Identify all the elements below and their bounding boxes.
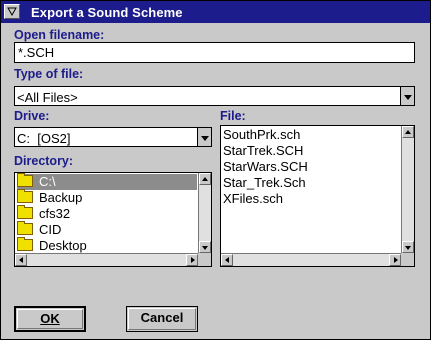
folder-icon [17, 205, 33, 219]
directory-label: Directory: [14, 154, 74, 168]
open-filename-value: *.SCH [18, 45, 55, 60]
scrollbar-corner [401, 253, 414, 266]
cancel-button-label: Cancel [140, 310, 184, 325]
drive-select[interactable]: C: [OS2] [14, 127, 212, 147]
dropdown-arrow-icon[interactable] [400, 87, 414, 105]
scroll-left-arrow-icon[interactable] [221, 254, 233, 266]
title-bar[interactable]: Export a Sound Scheme [1, 1, 430, 23]
directory-list[interactable]: C:\ Backup cfs32 CID Desktop [14, 172, 212, 267]
file-item[interactable]: StarTrek.SCH [223, 143, 303, 159]
ok-button[interactable]: OK [14, 306, 86, 332]
file-horizontal-scrollbar[interactable] [221, 253, 401, 266]
dropdown-arrow-icon[interactable] [197, 128, 211, 146]
directory-item[interactable]: Desktop [17, 237, 87, 254]
scroll-up-arrow-icon[interactable] [402, 126, 414, 138]
drive-value: C: [OS2] [17, 131, 71, 146]
open-filename-label: Open filename: [14, 28, 105, 42]
directory-horizontal-scrollbar[interactable] [15, 253, 198, 266]
system-menu-icon[interactable] [4, 4, 20, 19]
directory-vertical-scrollbar[interactable] [198, 173, 211, 253]
folder-icon [17, 173, 33, 187]
folder-icon [17, 221, 33, 235]
scroll-right-arrow-icon[interactable] [389, 254, 401, 266]
export-sound-scheme-dialog: Export a Sound Scheme Open filename: *.S… [0, 0, 431, 340]
type-of-file-label: Type of file: [14, 67, 84, 81]
scroll-up-arrow-icon[interactable] [199, 173, 211, 185]
ok-button-label: OK [40, 311, 60, 326]
directory-item[interactable]: cfs32 [17, 205, 70, 222]
file-item[interactable]: XFiles.sch [223, 191, 283, 207]
file-item[interactable]: Star_Trek.Sch [223, 175, 306, 191]
dialog-title: Export a Sound Scheme [31, 5, 183, 20]
file-vertical-scrollbar[interactable] [401, 126, 414, 253]
file-label: File: [220, 109, 246, 123]
directory-item[interactable]: CID [17, 221, 61, 238]
directory-item[interactable]: C:\ [17, 173, 197, 190]
scroll-right-arrow-icon[interactable] [186, 254, 198, 266]
scroll-down-arrow-icon[interactable] [402, 241, 414, 253]
open-filename-input[interactable]: *.SCH [14, 42, 415, 63]
drive-label: Drive: [14, 109, 50, 123]
scrollbar-corner [198, 253, 211, 266]
cancel-button[interactable]: Cancel [126, 306, 198, 332]
folder-icon [17, 237, 33, 251]
scroll-down-arrow-icon[interactable] [199, 241, 211, 253]
type-of-file-value: <All Files> [17, 90, 78, 105]
directory-item[interactable]: Backup [17, 189, 82, 206]
file-list[interactable]: SouthPrk.sch StarTrek.SCH StarWars.SCH S… [220, 125, 415, 267]
scroll-left-arrow-icon[interactable] [15, 254, 27, 266]
file-item[interactable]: StarWars.SCH [223, 159, 308, 175]
folder-icon [17, 189, 33, 203]
file-item[interactable]: SouthPrk.sch [223, 127, 300, 143]
type-of-file-select[interactable]: <All Files> [14, 86, 415, 106]
